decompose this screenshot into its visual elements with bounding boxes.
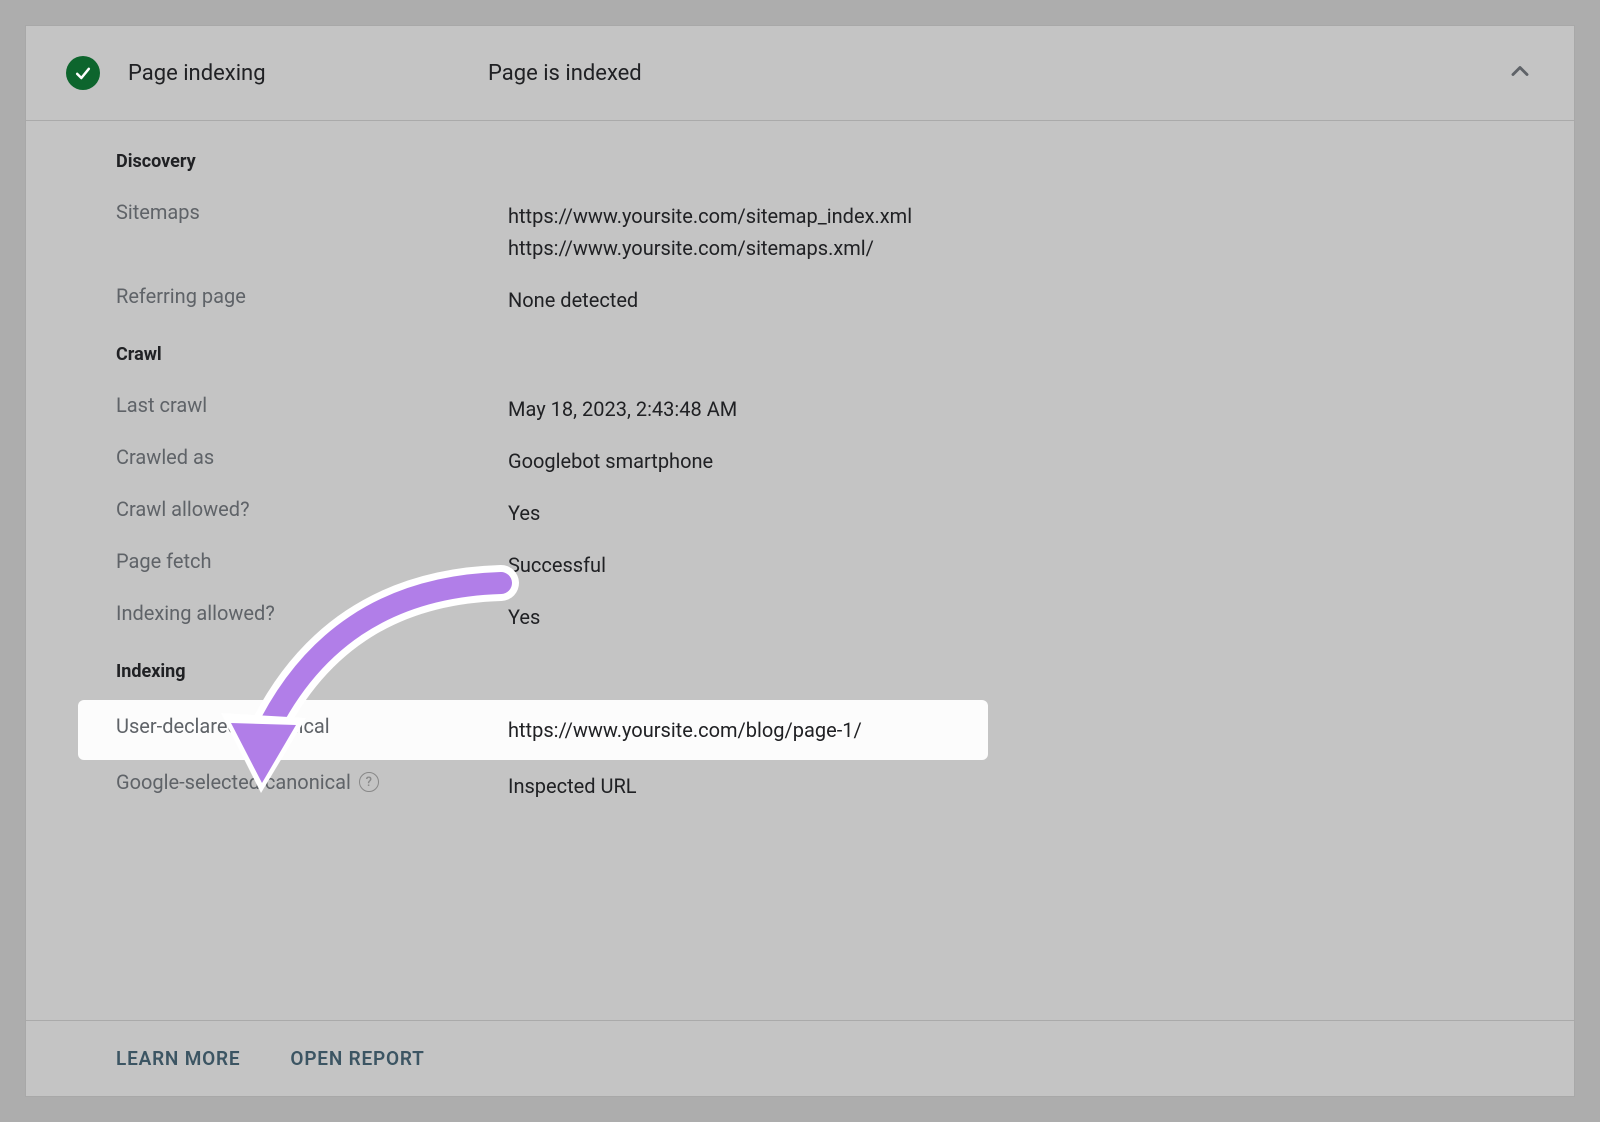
google-canonical-label: Google-selected canonical ? — [116, 770, 508, 794]
page-indexing-panel: Page indexing Page is indexed Discovery … — [25, 25, 1575, 1097]
open-report-link[interactable]: OPEN REPORT — [290, 1047, 424, 1070]
indexing-allowed-row: Indexing allowed? Yes — [116, 591, 1534, 643]
referring-page-row: Referring page None detected — [116, 274, 1534, 326]
last-crawl-value: May 18, 2023, 2:43:48 AM — [508, 393, 737, 425]
sitemaps-row: Sitemaps https://www.yoursite.com/sitema… — [116, 190, 1534, 274]
panel-footer: LEARN MORE OPEN REPORT — [26, 1020, 1574, 1096]
last-crawl-label: Last crawl — [116, 393, 508, 417]
referring-page-label: Referring page — [116, 284, 508, 308]
panel-body: Discovery Sitemaps https://www.yoursite.… — [26, 121, 1574, 1020]
user-canonical-label: User-declared canonical — [116, 714, 508, 738]
crawl-allowed-row: Crawl allowed? Yes — [116, 487, 1534, 539]
chevron-up-icon[interactable] — [1506, 57, 1534, 89]
page-fetch-row: Page fetch Successful — [116, 539, 1534, 591]
learn-more-link[interactable]: LEARN MORE — [116, 1047, 240, 1070]
last-crawl-row: Last crawl May 18, 2023, 2:43:48 AM — [116, 383, 1534, 435]
sitemap-url-2: https://www.yoursite.com/sitemaps.xml/ — [508, 232, 912, 264]
panel-status: Page is indexed — [488, 61, 1506, 86]
crawl-allowed-value: Yes — [508, 497, 540, 529]
crawled-as-label: Crawled as — [116, 445, 508, 469]
success-check-icon — [66, 56, 100, 90]
sitemaps-value: https://www.yoursite.com/sitemap_index.x… — [508, 200, 912, 264]
panel-header[interactable]: Page indexing Page is indexed — [26, 26, 1574, 121]
help-icon[interactable]: ? — [359, 772, 379, 792]
user-canonical-row: User-declared canonical https://www.your… — [78, 700, 988, 760]
google-canonical-label-text: Google-selected canonical — [116, 770, 351, 794]
google-canonical-value: Inspected URL — [508, 770, 637, 802]
indexing-heading: Indexing — [116, 661, 1534, 682]
crawled-as-value: Googlebot smartphone — [508, 445, 713, 477]
indexing-allowed-value: Yes — [508, 601, 540, 633]
user-canonical-value: https://www.yoursite.com/blog/page-1/ — [508, 714, 862, 746]
crawl-heading: Crawl — [116, 344, 1534, 365]
indexing-allowed-label: Indexing allowed? — [116, 601, 508, 625]
panel-title: Page indexing — [128, 61, 488, 86]
crawl-allowed-label: Crawl allowed? — [116, 497, 508, 521]
google-canonical-row: Google-selected canonical ? Inspected UR… — [116, 760, 1534, 812]
page-fetch-label: Page fetch — [116, 549, 508, 573]
discovery-heading: Discovery — [116, 151, 1534, 172]
page-fetch-value: Successful — [508, 549, 606, 581]
crawled-as-row: Crawled as Googlebot smartphone — [116, 435, 1534, 487]
sitemap-url-1: https://www.yoursite.com/sitemap_index.x… — [508, 200, 912, 232]
sitemaps-label: Sitemaps — [116, 200, 508, 224]
referring-page-value: None detected — [508, 284, 638, 316]
